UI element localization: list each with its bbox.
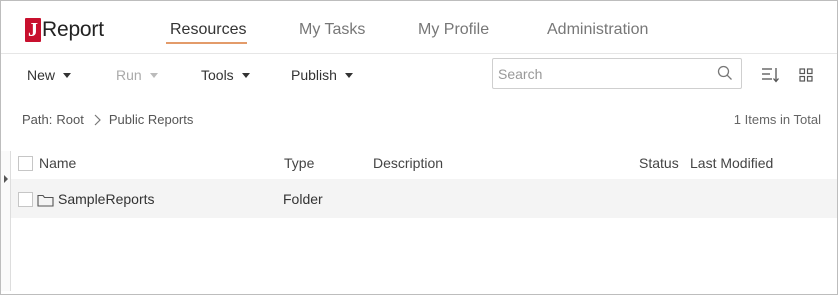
run-menu-button[interactable]: Run [116,67,158,83]
grid-view-icon[interactable] [799,68,813,82]
caret-down-icon [344,72,353,78]
expand-arrow-icon [4,175,8,183]
toolbar: New Run Tools Publish [1,54,837,98]
side-panel-toggle[interactable] [1,151,11,291]
column-header-description[interactable]: Description [373,155,443,171]
row-type: Folder [283,191,323,207]
new-label: New [27,67,56,83]
tab-my-tasks[interactable]: My Tasks [299,21,365,39]
caret-down-icon [241,72,250,78]
publish-menu-button[interactable]: Publish [291,67,353,83]
active-tab-indicator [166,42,247,44]
row-name[interactable]: SampleReports [58,191,155,207]
tools-menu-button[interactable]: Tools [201,67,250,83]
breadcrumb-root[interactable]: Root [56,112,83,127]
search-input[interactable] [498,65,708,83]
logo-text: Report [42,18,104,41]
select-all-checkbox[interactable] [18,156,33,171]
folder-icon [37,194,54,207]
column-header-status[interactable]: Status [639,155,679,171]
column-header-name[interactable]: Name [39,155,76,171]
table-row[interactable]: SampleReports Folder [11,179,837,218]
publish-label: Publish [291,67,337,83]
sort-icon[interactable] [761,66,781,84]
column-header-last-modified[interactable]: Last Modified [690,155,773,171]
new-menu-button[interactable]: New [27,67,72,83]
logo-mark: J [25,18,41,42]
tab-my-profile[interactable]: My Profile [418,21,489,39]
search-box [492,58,742,89]
tab-resources[interactable]: Resources [170,21,246,39]
breadcrumb-path-label: Path: [22,112,53,127]
tab-administration[interactable]: Administration [547,21,648,39]
run-label: Run [116,67,142,83]
jreport-logo: J Report [25,17,104,43]
app-window: J Report Resources My Tasks My Profile A… [0,0,838,295]
chevron-right-icon [94,114,101,125]
row-checkbox[interactable] [18,192,33,207]
caret-down-icon [63,72,72,78]
top-header: J Report Resources My Tasks My Profile A… [1,1,837,54]
breadcrumb-current: Public Reports [108,112,194,127]
breadcrumb: Path: Root Public Reports [22,112,193,127]
caret-down-icon [149,72,158,78]
tools-label: Tools [201,67,234,83]
search-icon[interactable] [717,65,733,81]
table-header: Name Type Description Status Last Modifi… [11,151,837,177]
column-header-type[interactable]: Type [284,155,314,171]
items-total: 1 Items in Total [733,112,821,127]
